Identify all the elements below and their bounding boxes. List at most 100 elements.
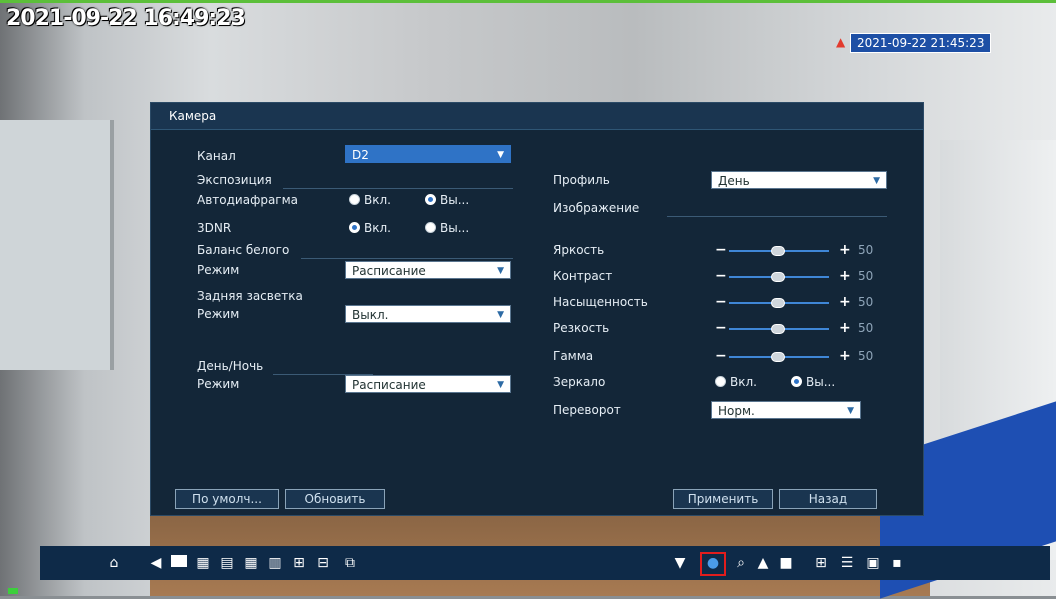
backlight-mode-dropdown[interactable]: Выкл. ▼	[345, 305, 511, 323]
radio-label: Вкл.	[364, 193, 391, 207]
chevron-down-icon: ▼	[497, 150, 504, 160]
plus-icon[interactable]: +	[839, 294, 851, 310]
saturation-label: Насыщенность	[553, 295, 648, 309]
sequence-icon[interactable]: ⧉	[340, 554, 360, 572]
minus-icon[interactable]: −	[715, 268, 727, 284]
back-button[interactable]: Назад	[779, 489, 877, 509]
daynight-mode-value: Расписание	[352, 378, 426, 392]
dnr-off-radio[interactable]: Вы...	[425, 221, 469, 235]
layout-custom-icon[interactable]: ⊞	[290, 554, 308, 572]
auto-iris-on-radio[interactable]: Вкл.	[349, 193, 391, 207]
auto-iris-label: Автодиафрагма	[197, 193, 299, 207]
radio-label: Вы...	[806, 375, 836, 389]
minus-icon[interactable]: −	[715, 348, 727, 364]
daynight-mode-dropdown[interactable]: Расписание ▼	[345, 375, 511, 393]
radio-selected-icon	[425, 194, 436, 205]
osd-timestamp-left: 2021-09-22 16:49:23	[6, 6, 246, 31]
flip-value: Норм.	[718, 404, 755, 418]
backup-icon[interactable]: ▪	[888, 554, 906, 572]
slider-knob[interactable]	[771, 246, 785, 256]
slider-value: 50	[858, 295, 874, 309]
refresh-button[interactable]: Обновить	[285, 489, 385, 509]
bottom-taskbar: ⌂ ◀ ▦ ▤ ▦ ▥ ⊞ ⊟ ⧉ ▼ ● ⌕ ▲ ■ ⊞ ☰ ▣ ▪	[40, 546, 1050, 580]
contrast-slider[interactable]: − +50	[715, 268, 885, 284]
home-icon[interactable]: ⌂	[104, 554, 124, 572]
plus-icon[interactable]: +	[839, 242, 851, 258]
camera-icon[interactable]: ■	[776, 554, 796, 572]
layout-9-icon[interactable]: ▦	[242, 554, 260, 572]
radio-selected-icon	[791, 376, 802, 387]
minus-icon[interactable]: −	[715, 242, 727, 258]
plus-icon[interactable]: +	[839, 348, 851, 364]
mirror-on-radio[interactable]: Вкл.	[715, 375, 757, 389]
channel-dropdown[interactable]: D2 ▼	[345, 145, 511, 163]
camera-color-icon[interactable]: ●	[704, 554, 722, 572]
dnr-on-radio[interactable]: Вкл.	[349, 221, 391, 235]
chevron-down-icon: ▼	[497, 310, 504, 320]
top-status-line	[0, 0, 1056, 3]
caret-left-icon[interactable]: ◀	[150, 554, 162, 572]
slider-knob[interactable]	[771, 298, 785, 308]
brightness-slider[interactable]: − +50	[715, 242, 885, 258]
image-section: Изображение	[553, 201, 893, 217]
mirror-off-radio[interactable]: Вы...	[791, 375, 835, 389]
slider-value: 50	[858, 321, 874, 335]
sharpness-slider[interactable]: − +50	[715, 320, 885, 336]
wb-mode-label: Режим	[197, 263, 240, 277]
slider-value: 50	[858, 243, 874, 257]
section-divider	[667, 216, 887, 217]
daynight-section-label: День/Ночь	[197, 359, 264, 373]
search-icon[interactable]: ⌕	[732, 554, 750, 572]
saturation-slider[interactable]: − +50	[715, 294, 885, 310]
ptz-icon[interactable]: ▼	[670, 554, 690, 572]
profile-value: День	[718, 174, 750, 188]
background-window	[0, 120, 114, 370]
gamma-slider[interactable]: − +50	[715, 348, 885, 364]
flip-dropdown[interactable]: Норм. ▼	[711, 401, 861, 419]
chevron-down-icon: ▼	[873, 176, 880, 186]
section-divider	[283, 188, 513, 189]
exposure-section: Экспозиция	[197, 173, 517, 189]
daynight-section: День/Ночь	[197, 359, 517, 375]
dnr-label: 3DNR	[197, 221, 232, 235]
alarm-warning-icon[interactable]: ▲	[754, 554, 772, 572]
minus-icon[interactable]: −	[715, 320, 727, 336]
slider-knob[interactable]	[771, 352, 785, 362]
layout-6-icon[interactable]: ▤	[218, 554, 236, 572]
radio-icon	[715, 376, 726, 387]
layout-1-icon[interactable]	[170, 554, 188, 572]
exposure-section-label: Экспозиция	[197, 173, 272, 187]
plus-icon[interactable]: +	[839, 268, 851, 284]
slider-value: 50	[858, 349, 874, 363]
disk-icon[interactable]: ▣	[864, 554, 882, 572]
layout-4-icon[interactable]: ▦	[194, 554, 212, 572]
slider-knob[interactable]	[771, 324, 785, 334]
wb-mode-dropdown[interactable]: Расписание ▼	[345, 261, 511, 279]
apply-button[interactable]: Применить	[673, 489, 773, 509]
osd-timestamp-right: 2021-09-22 21:45:23	[850, 33, 992, 53]
camera-settings-dialog: Камера Канал D2 ▼ Экспозиция Автодиафраг…	[150, 102, 924, 516]
slider-value: 50	[858, 269, 874, 283]
brightness-label: Яркость	[553, 243, 605, 257]
minus-icon[interactable]: −	[715, 294, 727, 310]
slider-knob[interactable]	[771, 272, 785, 282]
network-icon[interactable]: ☰	[836, 554, 858, 572]
layout-pip-icon[interactable]: ⊟	[314, 554, 332, 572]
plus-icon[interactable]: +	[839, 320, 851, 336]
section-divider	[301, 258, 513, 259]
white-balance-section: Баланс белого	[197, 243, 517, 259]
channel-value: D2	[352, 148, 369, 162]
daynight-mode-label: Режим	[197, 377, 240, 391]
image-section-label: Изображение	[553, 201, 640, 215]
alarm-icon: ▲	[836, 35, 846, 49]
white-balance-section-label: Баланс белого	[197, 243, 290, 257]
default-button[interactable]: По умолч...	[175, 489, 279, 509]
profile-dropdown[interactable]: День ▼	[711, 171, 887, 189]
device-add-icon[interactable]: ⊞	[810, 554, 832, 572]
channel-label: Канал	[197, 149, 236, 163]
radio-icon	[349, 194, 360, 205]
layout-16-icon[interactable]: ▥	[266, 554, 284, 572]
auto-iris-off-radio[interactable]: Вы...	[425, 193, 469, 207]
radio-label: Вкл.	[730, 375, 757, 389]
flip-label: Переворот	[553, 403, 621, 417]
